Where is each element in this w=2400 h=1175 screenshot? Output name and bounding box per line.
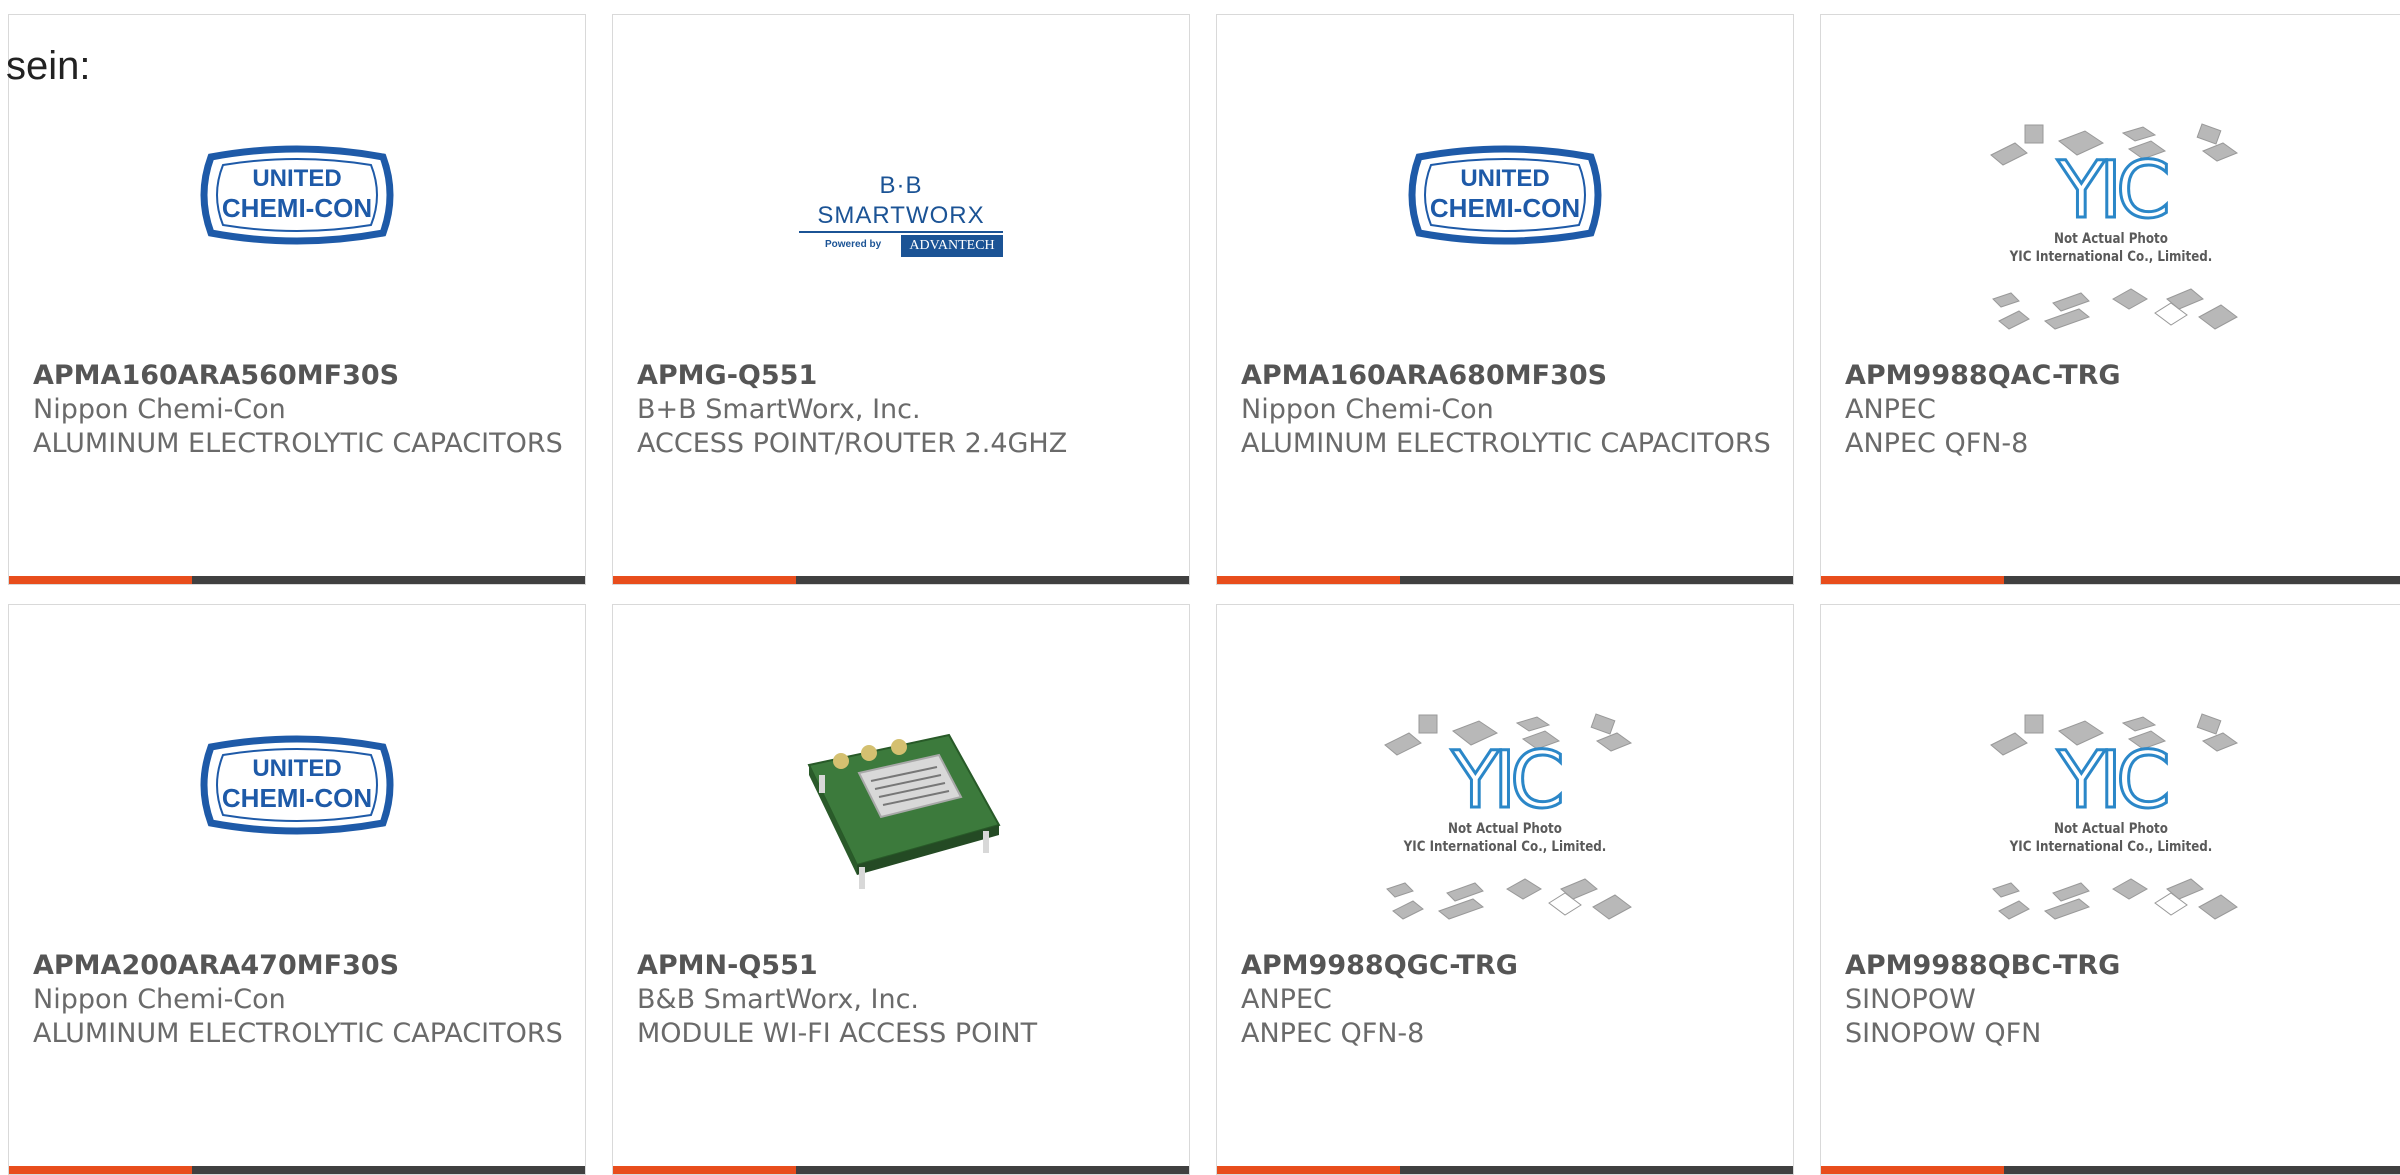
part-number[interactable]: APM9988QGC-TRG: [1241, 949, 1773, 983]
product-image[interactable]: YIC Not Actual Photo YIC International C…: [1821, 103, 2400, 330]
description: SINOPOW QFN: [1845, 1018, 2042, 1049]
product-card[interactable]: APMN-Q551 B&B SmartWorx, Inc. MODULE WI-…: [612, 604, 1190, 1175]
part-number[interactable]: APMN-Q551: [637, 949, 1169, 983]
description: MODULE WI-FI ACCESS POINT: [637, 1018, 1038, 1049]
product-card[interactable]: UNITED CHEMI-CON APMA160ARA680MF30S Nipp…: [1216, 14, 1794, 585]
part-number[interactable]: APMA160ARA680MF30S: [1241, 359, 1773, 393]
card-bottom-bar: [9, 1166, 585, 1174]
product-card[interactable]: YIC Not Actual Photo YIC International C…: [1820, 604, 2400, 1175]
part-number[interactable]: APM9988QAC-TRG: [1845, 359, 2381, 393]
card-bottom-bar: [613, 576, 1189, 584]
product-image[interactable]: UNITED CHEMI-CON: [9, 705, 585, 885]
page-prefix: sein:: [6, 44, 91, 88]
product-info: APMA200ARA470MF30S Nippon Chemi-Con ALUM…: [33, 949, 565, 1051]
manufacturer: ANPEC: [1241, 984, 1332, 1015]
product-info: APM9988QGC-TRG ANPEC ANPEC QFN-8: [1241, 949, 1773, 1051]
manufacturer: B&B SmartWorx, Inc.: [637, 984, 920, 1015]
card-bottom-bar: [1217, 576, 1793, 584]
product-card[interactable]: B·B SMARTWORX Powered by ADVANTECH APMG-…: [612, 14, 1190, 585]
product-card[interactable]: YIC Not Actual Photo YIC International C…: [1216, 604, 1794, 1175]
manufacturer: B+B SmartWorx, Inc.: [637, 394, 921, 425]
product-info: APMG-Q551 B+B SmartWorx, Inc. ACCESS POI…: [637, 359, 1169, 461]
united-chemi-con-logo: UNITED CHEMI-CON: [1405, 143, 1605, 247]
product-image[interactable]: UNITED CHEMI-CON: [9, 115, 585, 295]
product-image[interactable]: YIC Not Actual Photo YIC International C…: [1821, 693, 2400, 920]
card-bottom-bar: [1821, 1166, 2400, 1174]
yic-not-actual-photo: YIC Not Actual Photo YIC International C…: [1981, 103, 2241, 343]
card-bottom-bar: [1821, 576, 2400, 584]
description: ANPEC QFN-8: [1241, 1018, 1425, 1049]
united-chemi-con-logo: UNITED CHEMI-CON: [197, 143, 397, 247]
card-bottom-bar: [1217, 1166, 1793, 1174]
part-number[interactable]: APM9988QBC-TRG: [1845, 949, 2381, 983]
card-bottom-bar: [613, 1166, 1189, 1174]
product-image[interactable]: [613, 665, 1189, 889]
product-info: APMA160ARA680MF30S Nippon Chemi-Con ALUM…: [1241, 359, 1773, 461]
product-image[interactable]: UNITED CHEMI-CON: [1217, 115, 1793, 295]
part-number[interactable]: APMG-Q551: [637, 359, 1169, 393]
manufacturer: Nippon Chemi-Con: [33, 394, 286, 425]
wifi-module-photo: [799, 705, 1003, 905]
product-info: APMA160ARA560MF30S Nippon Chemi-Con ALUM…: [33, 359, 565, 461]
product-card[interactable]: YIC Not Actual Photo YIC International C…: [1820, 14, 2400, 585]
manufacturer: Nippon Chemi-Con: [33, 984, 286, 1015]
product-info: APMN-Q551 B&B SmartWorx, Inc. MODULE WI-…: [637, 949, 1169, 1051]
manufacturer: ANPEC: [1845, 394, 1936, 425]
manufacturer: SINOPOW: [1845, 984, 1976, 1015]
manufacturer: Nippon Chemi-Con: [1241, 394, 1494, 425]
part-number[interactable]: APMA160ARA560MF30S: [33, 359, 565, 393]
card-bottom-bar: [9, 576, 585, 584]
product-card[interactable]: UNITED CHEMI-CON APMA160ARA560MF30S Nipp…: [8, 14, 586, 585]
product-info: APM9988QAC-TRG ANPEC ANPEC QFN-8: [1845, 359, 2381, 461]
description: ALUMINUM ELECTROLYTIC CAPACITORS: [33, 1018, 563, 1049]
product-info: APM9988QBC-TRG SINOPOW SINOPOW QFN: [1845, 949, 2381, 1051]
united-chemi-con-logo: UNITED CHEMI-CON: [197, 733, 397, 837]
yic-not-actual-photo: YIC Not Actual Photo YIC International C…: [1981, 693, 2241, 933]
description: ALUMINUM ELECTROLYTIC CAPACITORS: [1241, 428, 1771, 459]
product-image[interactable]: B·B SMARTWORX Powered by ADVANTECH: [613, 115, 1189, 295]
product-image[interactable]: YIC Not Actual Photo YIC International C…: [1217, 693, 1793, 920]
product-card[interactable]: UNITED CHEMI-CON APMA200ARA470MF30S Nipp…: [8, 604, 586, 1175]
part-number[interactable]: APMA200ARA470MF30S: [33, 949, 565, 983]
bb-smartworx-logo: B·B SMARTWORX Powered by ADVANTECH: [799, 171, 1003, 257]
description: ACCESS POINT/ROUTER 2.4GHZ: [637, 428, 1068, 459]
description: ANPEC QFN-8: [1845, 428, 2029, 459]
description: ALUMINUM ELECTROLYTIC CAPACITORS: [33, 428, 563, 459]
yic-not-actual-photo: YIC Not Actual Photo YIC International C…: [1375, 693, 1635, 933]
